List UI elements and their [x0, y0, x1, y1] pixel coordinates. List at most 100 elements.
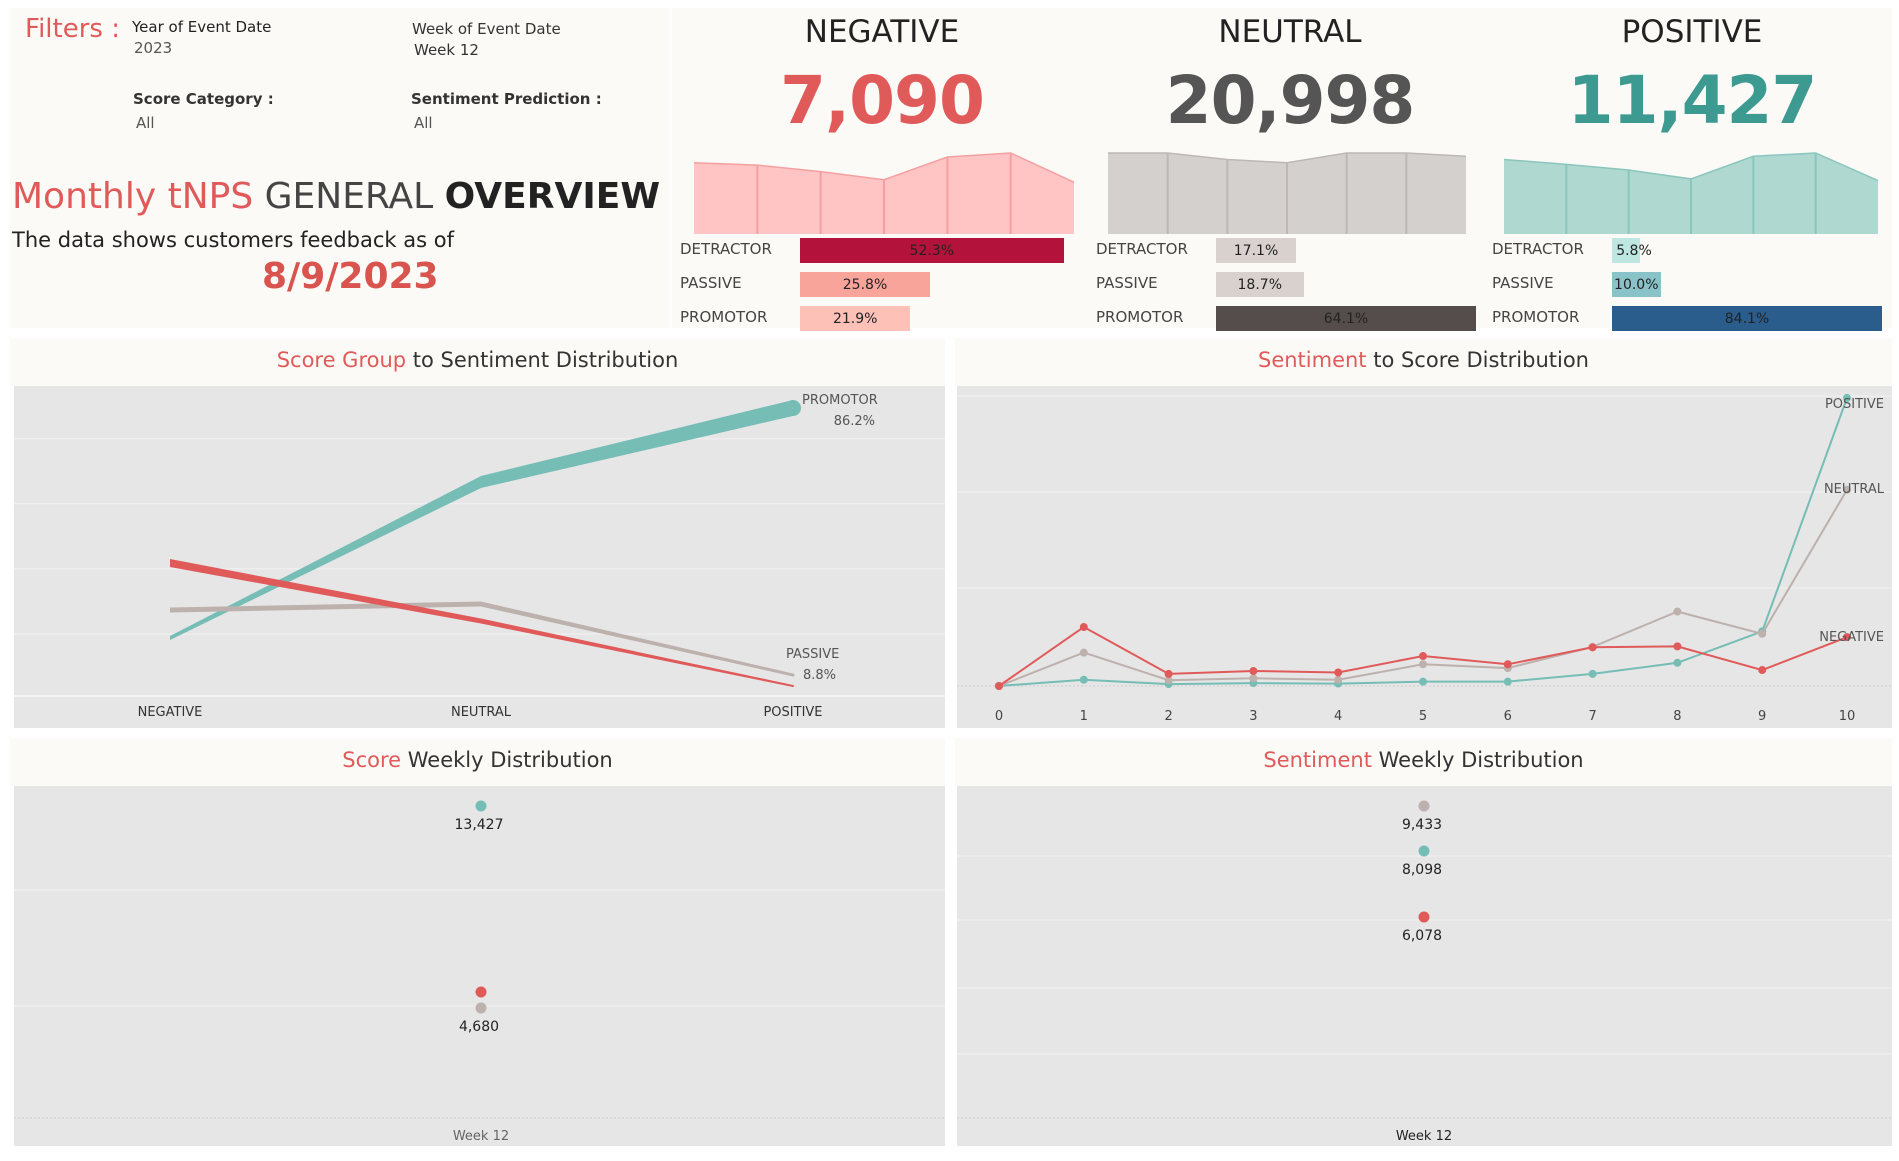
x-tick-label: Week 12: [453, 1129, 509, 1144]
series-point-negative: [1588, 643, 1597, 652]
point-promotor: [475, 800, 487, 812]
chart-background: [957, 386, 1892, 728]
kpi-value-positive: 11,427: [1567, 62, 1818, 139]
series-point-positive: [1079, 675, 1088, 684]
section-1-header: Score Group to Sentiment Distribution: [10, 338, 945, 386]
kpi-title-positive: POSITIVE: [1621, 14, 1763, 50]
series-point-positive: [1503, 677, 1512, 686]
week-filter-value: Week 12: [414, 41, 479, 59]
sentiment-prediction-value: All: [414, 114, 433, 132]
kpi-bar-value: 21.9%: [832, 310, 878, 327]
kpi-bar-value: 5.8%: [1616, 242, 1652, 259]
sentiment-to-score-chart[interactable]: 0 1 2 3 4 5 6 7 8 9 10 POSITIVE NEUTRAL NEGATIVE: [957, 386, 1892, 728]
end-label-neutral: NEUTRAL: [1824, 482, 1885, 497]
kpi-bar-promotor[interactable]: 64.1%: [1216, 306, 1476, 331]
series-point-negative: [1503, 660, 1512, 669]
end-label-positive: POSITIVE: [1825, 397, 1884, 412]
kpi-sparkline-negative: [694, 152, 1074, 234]
x-tick-label: 1: [1080, 709, 1088, 724]
series-end-detractor: [792, 685, 794, 687]
kpi-title-negative: NEGATIVE: [804, 14, 960, 50]
point-label-promotor: 13,427: [455, 817, 504, 833]
kpi-bar-value: 84.1%: [1724, 310, 1770, 327]
series-point-neutral: [1249, 674, 1258, 683]
sentiment-prediction-filter[interactable]: Sentiment Prediction : All: [411, 90, 671, 132]
x-tick-label: 4: [1334, 709, 1342, 724]
x-tick-label: 9: [1758, 709, 1766, 724]
kpi-bar-detractor[interactable]: 52.3%: [800, 238, 1080, 263]
title-part-1: Monthly tNPS: [12, 176, 254, 217]
dashboard-subtitle: The data shows customers feedback as of: [12, 228, 454, 252]
series-point-neutral: [1079, 648, 1088, 657]
score-category-filter[interactable]: Score Category : All: [133, 90, 393, 132]
series-end-promotor: [785, 400, 801, 416]
point-label-positive: 8,098: [1402, 862, 1442, 878]
series-point-neutral: [1334, 675, 1343, 684]
kpi-bar-promotor[interactable]: 21.9%: [800, 306, 1080, 331]
year-filter-label: Year of Event Date: [132, 18, 272, 36]
x-tick-label: 10: [1839, 709, 1856, 724]
section-2-title: Sentiment to Score Distribution: [955, 338, 1892, 372]
series-point-negative: [1419, 652, 1427, 661]
kpi-bar-label-detractor: DETRACTOR: [1096, 240, 1188, 258]
kpi-bar-label-promotor: PROMOTOR: [680, 308, 768, 326]
kpi-bar-passive[interactable]: 18.7%: [1216, 272, 1476, 297]
kpi-bar-value: 25.8%: [842, 276, 888, 293]
point-label-negative: 6,078: [1402, 928, 1442, 944]
x-tick-label: POSITIVE: [763, 705, 822, 720]
kpi-sparkline-positive: [1504, 152, 1878, 234]
chart-background: [957, 786, 1892, 1146]
x-tick-label: Week 12: [1396, 1129, 1452, 1144]
series-end-passive: [791, 673, 795, 677]
week-filter-label: Week of Event Date: [412, 20, 561, 38]
section-3-title-highlight: Score: [342, 748, 402, 772]
section-3-header: Score Weekly Distribution: [10, 738, 945, 786]
series-point-negative: [1673, 642, 1682, 651]
x-tick-label: 8: [1673, 709, 1681, 724]
point-label-passive: 4,680: [459, 1019, 499, 1035]
score-category-label: Score Category :: [133, 90, 274, 108]
point-neutral: [1418, 800, 1430, 812]
kpi-bar-label-detractor: DETRACTOR: [1492, 240, 1584, 258]
x-tick-label: 7: [1588, 709, 1596, 724]
kpi-bar-promotor[interactable]: 84.1%: [1612, 306, 1882, 331]
sentiment-weekly-chart[interactable]: Week 12 9,433 8,098 6,078: [957, 786, 1892, 1146]
series-point-negative: [1164, 669, 1173, 678]
week-filter[interactable]: Week of Event Date Week 12: [412, 20, 672, 59]
score-group-to-sentiment-chart[interactable]: NEGATIVE NEUTRAL POSITIVE PROMOTOR 86.2% PASS…: [14, 386, 945, 728]
dashboard-title: Monthly tNPS GENERAL OVERVIEW: [12, 176, 660, 217]
passive-end-name: PASSIVE: [786, 647, 839, 662]
series-point-neutral: [1673, 607, 1682, 616]
series-point-neutral: [1758, 629, 1767, 638]
kpi-sparkline-neutral: [1108, 152, 1466, 234]
kpi-bar-label-passive: PASSIVE: [1492, 274, 1554, 292]
section-1-title: Score Group to Sentiment Distribution: [10, 338, 945, 372]
kpi-bar-label-passive: PASSIVE: [680, 274, 742, 292]
kpi-bar-passive[interactable]: 25.8%: [800, 272, 1080, 297]
x-tick-label: 6: [1504, 709, 1512, 724]
kpi-bar-value: 18.7%: [1237, 276, 1282, 293]
section-4-title: Sentiment Weekly Distribution: [955, 738, 1892, 772]
x-tick-label: NEGATIVE: [138, 705, 203, 720]
x-tick-label: 5: [1419, 709, 1427, 724]
point-passive: [475, 1002, 487, 1014]
section-2-header: Sentiment to Score Distribution: [955, 338, 1892, 386]
kpi-bar-value: 64.1%: [1323, 310, 1369, 327]
sentiment-prediction-label: Sentiment Prediction :: [411, 90, 602, 108]
title-part-3: OVERVIEW: [444, 176, 661, 217]
title-part-2: GENERAL: [264, 176, 434, 217]
kpi-bar-passive[interactable]: 10.0%: [1612, 272, 1882, 297]
x-tick-label: 2: [1164, 709, 1172, 724]
kpi-bar-detractor[interactable]: 5.8%: [1612, 238, 1882, 263]
series-point-negative: [1079, 623, 1088, 632]
kpi-bar-label-passive: PASSIVE: [1096, 274, 1158, 292]
kpi-bar-detractor[interactable]: 17.1%: [1216, 238, 1476, 263]
series-point-positive: [1419, 677, 1427, 686]
score-weekly-chart[interactable]: Week 12 13,427 4,680: [14, 786, 945, 1146]
promotor-end-name: PROMOTOR: [802, 393, 878, 408]
kpi-bar-value: 17.1%: [1233, 242, 1279, 259]
year-filter[interactable]: Year of Event Date 2023: [132, 18, 392, 57]
chart-background: [14, 786, 945, 1146]
section-2-title-highlight: Sentiment: [1257, 348, 1367, 372]
section-3-title: Score Weekly Distribution: [10, 738, 945, 772]
